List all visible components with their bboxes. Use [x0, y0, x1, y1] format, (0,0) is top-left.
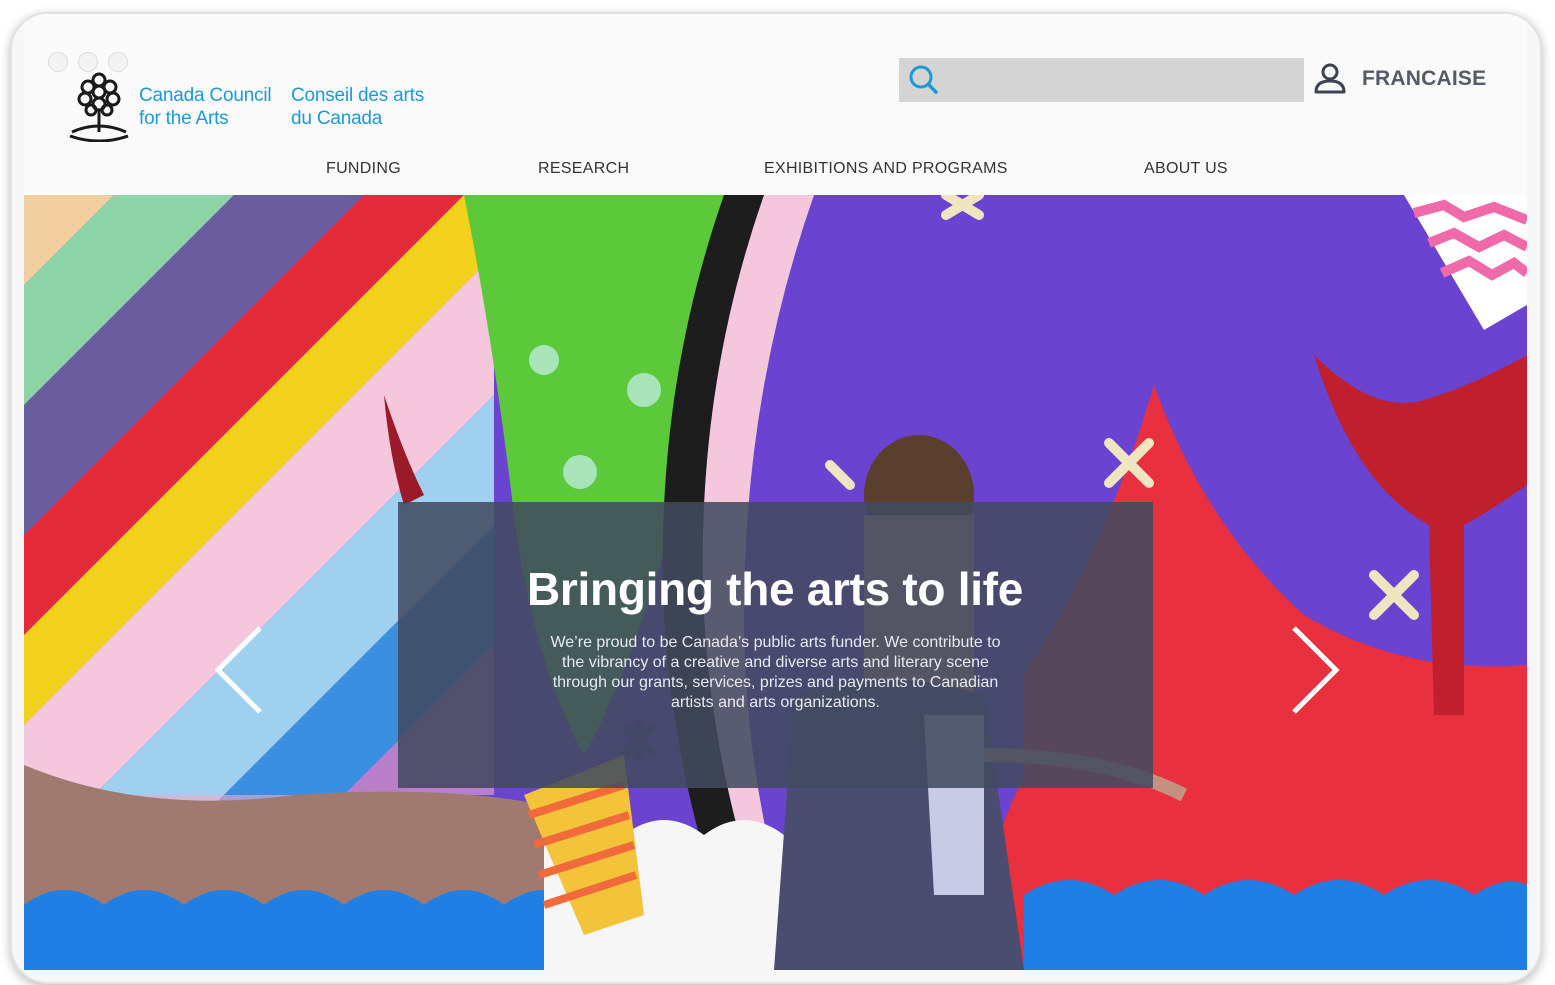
hero-title: Bringing the arts to life [527, 563, 1023, 615]
search-bar [899, 58, 1304, 104]
nav-item-about[interactable]: ABOUT US [1144, 160, 1228, 178]
window-maximize-button[interactable] [108, 52, 128, 72]
window-close-button[interactable] [48, 52, 68, 72]
search-input[interactable] [949, 58, 1303, 104]
nav-item-exhibitions[interactable]: EXHIBITIONS AND PROGRAMS [764, 160, 1008, 178]
window-controls [48, 52, 128, 72]
nav-item-funding[interactable]: FUNDING [326, 160, 401, 178]
tree-logo-icon[interactable] [66, 70, 132, 142]
hero-carousel: Bringing the arts to life We’re proud to… [24, 195, 1527, 970]
nav-item-research[interactable]: RESEARCH [538, 160, 629, 178]
language-link[interactable]: FRANCAISE [1362, 67, 1486, 91]
hero-caption: Bringing the arts to life We’re proud to… [398, 502, 1153, 788]
hero-description: We’re proud to be Canada’s public arts f… [550, 634, 1001, 711]
search-icon[interactable] [908, 64, 940, 96]
browser-window: Canada Council for the Arts Conseil des … [10, 12, 1542, 984]
brand-name-en-line2: for the Arts [139, 108, 229, 129]
chevron-left-icon[interactable] [210, 625, 270, 715]
window-minimize-button[interactable] [78, 52, 98, 72]
chevron-right-icon[interactable] [1284, 625, 1344, 715]
site-header: Canada Council for the Arts Conseil des … [24, 14, 1527, 195]
brand-name-fr-line2: du Canada [291, 108, 383, 129]
brand-name-fr[interactable]: Conseil des arts du Canada [291, 84, 424, 130]
brand-name-fr-line1: Conseil des arts [291, 85, 425, 106]
brand-name-en-line1: Canada Council [139, 85, 272, 106]
user-icon[interactable] [1313, 61, 1347, 95]
brand-name-en[interactable]: Canada Council for the Arts [139, 84, 272, 130]
